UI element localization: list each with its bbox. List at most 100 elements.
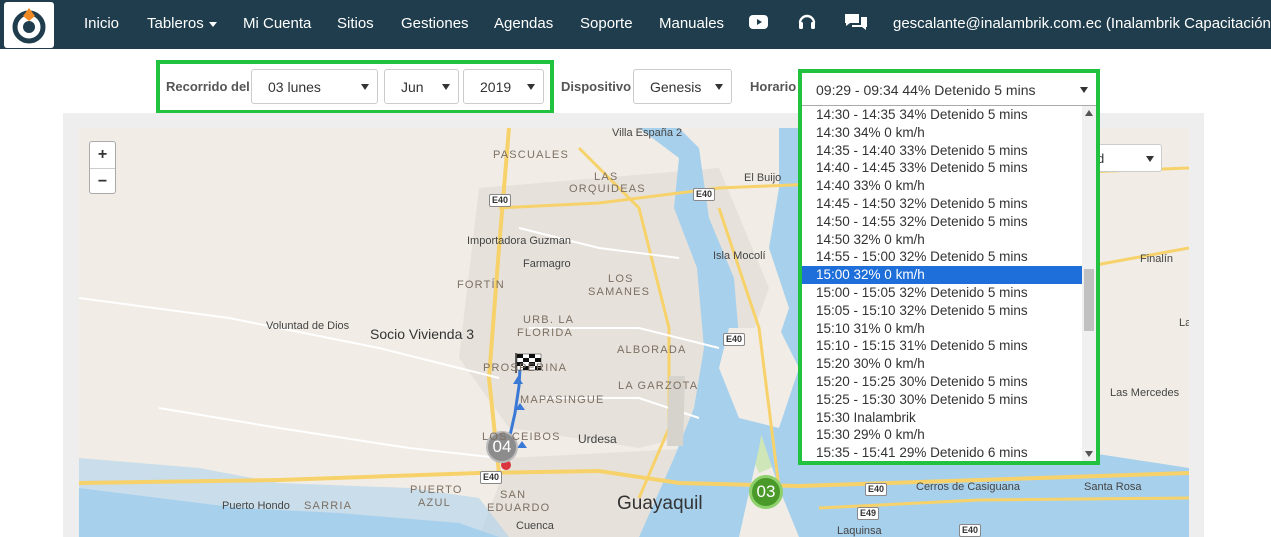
schedule-option[interactable]: 15:00 32% 0 km/h (802, 266, 1082, 284)
dropdown-scrollbar[interactable] (1082, 106, 1096, 461)
map-label: Voluntad de Dios (266, 320, 350, 332)
schedule-option[interactable]: 14:30 - 14:35 34% Detenido 5 mins (802, 106, 1082, 124)
schedule-option[interactable]: 15:00 - 15:05 32% Detenido 5 mins (802, 284, 1082, 302)
map-label: LA GARZOTA (618, 380, 699, 392)
map-label: LOS (608, 273, 634, 285)
schedule-option[interactable]: 14:30 34% 0 km/h (802, 124, 1082, 142)
schedule-select[interactable]: 09:29 - 09:34 44% Detenido 5 mins (802, 73, 1096, 106)
map-label: Santa Rosa (1084, 481, 1142, 493)
map-label: AZUL (418, 497, 451, 509)
zoom-out-button[interactable]: − (90, 169, 115, 195)
device-label: Dispositivo (561, 79, 632, 94)
schedule-option[interactable]: 14:55 - 15:00 32% Detenido 5 mins (802, 248, 1082, 266)
day-select[interactable]: 03 lunes (251, 69, 378, 104)
schedule-option[interactable]: 15:35 - 15:41 29% Detenido 6 mins (802, 444, 1082, 461)
logo[interactable] (4, 2, 54, 48)
schedule-option[interactable]: 15:30 29% 0 km/h (802, 426, 1082, 444)
chevron-down-icon (1146, 156, 1154, 162)
map-label: SAMANES (588, 286, 651, 298)
nav-tableros-label: Tableros (147, 15, 204, 32)
map-label: Las Mercedes (1110, 387, 1180, 399)
map-label: LOS CEIBOS (482, 431, 561, 443)
device-select[interactable]: Genesis (633, 69, 732, 104)
year-value: 2019 (480, 79, 512, 95)
chevron-down-icon (715, 84, 723, 90)
chevron-down-icon (208, 21, 217, 27)
chevron-down-icon (1080, 87, 1088, 93)
road-shield: E40 (480, 471, 503, 484)
map-label: Guayaquil (617, 493, 703, 514)
schedule-option[interactable]: 15:10 31% 0 km/h (802, 320, 1082, 338)
youtube-icon[interactable] (749, 12, 771, 34)
nav-agendas[interactable]: Agendas (494, 15, 553, 32)
schedule-option[interactable]: 15:20 30% 0 km/h (802, 355, 1082, 373)
map-label: Puerto Hondo (222, 500, 290, 512)
map-label: El Buijo (744, 172, 782, 184)
user-email: gescalante@inalambrik.com.ec (Inalambrik… (893, 15, 1271, 32)
map-label: Cerros de Casiguana (916, 481, 1020, 493)
map-label: FLORIDA (517, 327, 574, 339)
map-label: MAPASINGUE (520, 394, 605, 406)
map-zoom-control: + − (89, 141, 116, 194)
road-shield: E40 (723, 333, 746, 346)
map-label: PASCUALES (493, 149, 570, 161)
nav-mi-cuenta[interactable]: Mi Cuenta (243, 15, 311, 32)
road-shield: E40 (489, 194, 512, 207)
schedule-option[interactable]: 14:40 - 14:45 33% Detenido 5 mins (802, 159, 1082, 177)
map-label: LAS (594, 171, 619, 183)
schedule-options-list: 14:30 - 14:35 34% Detenido 5 mins 14:30 3… (802, 106, 1082, 461)
chevron-down-icon (361, 84, 369, 90)
schedule-option[interactable]: 14:35 - 14:40 33% Detenido 5 mins (802, 142, 1082, 160)
chevron-down-icon (527, 84, 535, 90)
map-label: URB. LA (523, 314, 575, 326)
chat-icon[interactable] (844, 12, 867, 34)
map-label: ORQUIDEAS (569, 183, 646, 195)
map-label: PROSPERINA (483, 362, 568, 374)
schedule-option[interactable]: 15:10 - 15:15 31% Detenido 5 mins (802, 337, 1082, 355)
year-select[interactable]: 2019 (463, 69, 544, 104)
schedule-option[interactable]: 14:45 - 14:50 32% Detenido 5 mins (802, 195, 1082, 213)
map-label: Isla Mocolí (713, 250, 766, 262)
road-shield: E40 (959, 524, 982, 537)
chevron-down-icon[interactable] (1085, 451, 1093, 457)
zoom-in-button[interactable]: + (90, 142, 115, 168)
schedule-dropdown[interactable]: 09:29 - 09:34 44% Detenido 5 mins 14:30 … (798, 69, 1100, 465)
map-label: ALBORADA (617, 344, 687, 356)
map-label: SARRIA (304, 500, 353, 512)
map-label: Villa España 2 (612, 128, 683, 139)
month-value: Jun (401, 79, 424, 95)
month-select[interactable]: Jun (384, 69, 459, 104)
road-shield: E40 (693, 188, 716, 201)
schedule-option[interactable]: 14:40 33% 0 km/h (802, 177, 1082, 195)
schedule-option[interactable]: 15:20 - 15:25 30% Detenido 5 mins (802, 373, 1082, 391)
map-label: Socio Vivienda 3 (370, 326, 475, 342)
nav-manuales[interactable]: Manuales (659, 15, 724, 32)
user-menu[interactable]: gescalante@inalambrik.com.ec (Inalambrik… (893, 15, 1271, 32)
schedule-option[interactable]: 15:30 Inalambrik (802, 409, 1082, 427)
road-shield: E49 (857, 507, 880, 520)
map-label: Importadora Guzman (467, 235, 571, 247)
map-label: Laquinsa (837, 525, 882, 537)
device-value: Genesis (650, 79, 702, 95)
scrollbar-thumb[interactable] (1084, 269, 1094, 331)
map-label: Finalín (1140, 253, 1174, 265)
map-label: Urdesa (578, 432, 617, 446)
nav-inicio[interactable]: Inicio (84, 15, 119, 32)
nav-sitios[interactable]: Sitios (337, 15, 374, 32)
schedule-label: Horario (750, 79, 797, 94)
schedule-option[interactable]: 15:05 - 15:10 32% Detenido 5 mins (802, 302, 1082, 320)
nav-gestiones[interactable]: Gestiones (401, 15, 469, 32)
map-label: PUERTO (410, 484, 463, 496)
map-label: FORTÍN (457, 279, 505, 291)
schedule-option[interactable]: 15:25 - 15:30 30% Detenido 5 mins (802, 391, 1082, 409)
nav-tableros[interactable]: Tableros (147, 15, 217, 32)
nav-soporte[interactable]: Soporte (580, 15, 633, 32)
chevron-up-icon[interactable] (1085, 110, 1093, 116)
headset-icon[interactable] (797, 12, 819, 34)
schedule-option[interactable]: 14:50 - 14:55 32% Detenido 5 mins (802, 213, 1082, 231)
road-shield: E40 (865, 483, 888, 496)
marker-cluster-03[interactable]: 03 (749, 475, 783, 509)
map-label: Farmagro (523, 258, 571, 270)
chevron-down-icon (442, 84, 450, 90)
schedule-option[interactable]: 14:50 32% 0 km/h (802, 231, 1082, 249)
